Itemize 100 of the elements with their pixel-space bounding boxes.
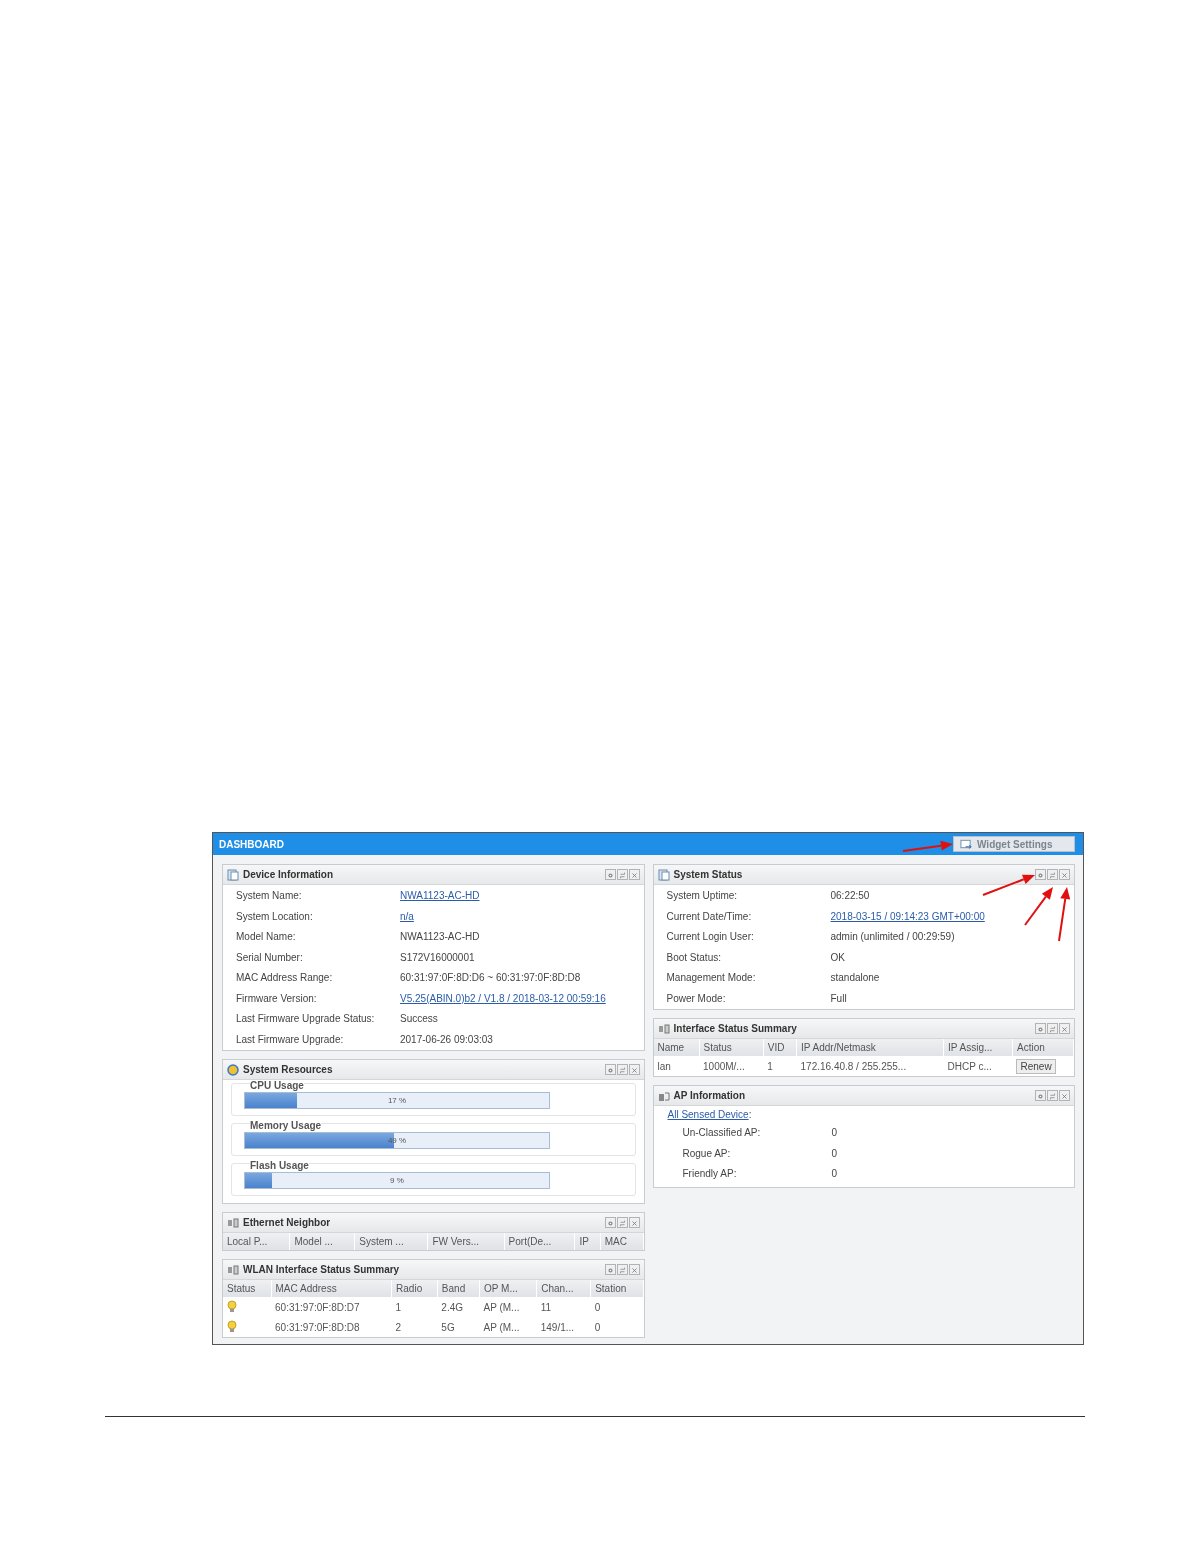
callout-arrow xyxy=(1058,887,1071,942)
column-header[interactable]: MAC xyxy=(600,1233,643,1250)
column-header[interactable]: Name xyxy=(653,1039,699,1056)
refresh-button[interactable] xyxy=(616,869,628,880)
table-cell: 1 xyxy=(391,1297,438,1317)
column-header[interactable]: Chan... xyxy=(536,1280,591,1297)
column-header[interactable]: Station xyxy=(590,1280,643,1297)
widget-icon xyxy=(227,1263,239,1276)
close-button[interactable] xyxy=(1059,1090,1070,1101)
gear-icon xyxy=(1036,870,1045,881)
field-value: standalone xyxy=(830,971,881,985)
settings-button[interactable] xyxy=(604,869,616,880)
column-header[interactable]: OP M... xyxy=(479,1280,537,1297)
value-link[interactable]: NWA1123-AC-HD xyxy=(400,889,644,903)
gear-icon xyxy=(605,1218,615,1229)
table-cell-text: 60:31:97:0F:8D:D8 xyxy=(274,1320,361,1335)
refresh-button[interactable] xyxy=(1047,1090,1058,1101)
column-header[interactable]: MAC Address xyxy=(271,1280,392,1297)
field-label: System Name: xyxy=(236,889,303,903)
column-header[interactable]: Local P... xyxy=(223,1233,290,1250)
refresh-icon xyxy=(617,870,627,881)
usage-reading: 17 % xyxy=(386,1095,408,1107)
field-label: Current Date/Time: xyxy=(666,909,753,923)
column-header[interactable]: Status xyxy=(223,1280,272,1297)
refresh-icon xyxy=(1048,1024,1057,1035)
table-cell-text: 0 xyxy=(593,1320,602,1335)
close-button[interactable] xyxy=(628,1217,640,1228)
field-label: MAC Address Range: xyxy=(236,971,334,985)
gear-icon xyxy=(1036,1024,1045,1035)
value-link[interactable]: 2018-03-15 / 09:14:23 GMT+00:00 xyxy=(830,909,1074,923)
callout-arrow xyxy=(902,840,953,852)
column-header[interactable]: FW Vers... xyxy=(427,1233,505,1250)
widget-icon xyxy=(657,868,670,881)
column-header[interactable]: System ... xyxy=(354,1233,428,1250)
column-header[interactable]: Port(De... xyxy=(504,1233,575,1250)
sensed-device-link[interactable]: All Sensed Device xyxy=(667,1109,749,1120)
column-header[interactable]: Model ... xyxy=(289,1233,355,1250)
settings-button[interactable] xyxy=(1035,869,1046,880)
field-value: 0 xyxy=(831,1126,839,1140)
table-cell: 60:31:97:0F:8D:D7 xyxy=(271,1297,392,1317)
refresh-button[interactable] xyxy=(1047,869,1058,880)
settings-button[interactable] xyxy=(1035,1090,1046,1101)
close-icon xyxy=(629,870,639,881)
column-header[interactable]: IP xyxy=(574,1233,601,1250)
column-header[interactable]: IP Assig... xyxy=(943,1039,1013,1056)
refresh-button[interactable] xyxy=(616,1264,628,1275)
refresh-button[interactable] xyxy=(616,1064,628,1075)
value-link[interactable]: n/a xyxy=(400,909,644,923)
column-header[interactable]: Status xyxy=(699,1039,764,1056)
field-label: Un-Classified AP: xyxy=(682,1126,762,1140)
field-label: Power Mode: xyxy=(666,991,727,1005)
close-button[interactable] xyxy=(628,1064,640,1075)
usage-label: CPU Usage xyxy=(250,1080,304,1091)
field-value: Success xyxy=(400,1012,439,1026)
settings-button[interactable] xyxy=(604,1064,616,1075)
field-label: System Location: xyxy=(236,909,314,923)
table-cell: AP (M... xyxy=(479,1297,537,1317)
column-header[interactable]: VID xyxy=(763,1039,797,1056)
field-value: Full xyxy=(830,991,848,1005)
field-label: Firmware Version: xyxy=(236,991,318,1005)
widget-title: System Status xyxy=(673,869,744,880)
field-label: Boot Status: xyxy=(666,950,722,964)
widget-icon xyxy=(657,1022,670,1035)
column-header[interactable]: IP Addr/Netmask xyxy=(796,1039,944,1056)
refresh-button[interactable] xyxy=(1047,1023,1058,1034)
refresh-icon xyxy=(617,1065,627,1076)
column-header[interactable]: Action xyxy=(1012,1039,1074,1056)
table-cell: 2.4G xyxy=(437,1297,480,1317)
field-value: 0 xyxy=(831,1167,839,1181)
field-label: Current Login User: xyxy=(666,930,755,944)
close-button[interactable] xyxy=(628,1264,640,1275)
table-cell-text: 2 xyxy=(394,1320,403,1335)
label-colon: : xyxy=(748,1109,752,1120)
table-cell-text: AP (M... xyxy=(482,1320,521,1335)
renew-button[interactable]: Renew xyxy=(1016,1058,1056,1074)
refresh-button[interactable] xyxy=(616,1217,628,1228)
close-button[interactable] xyxy=(628,869,640,880)
widget-icon xyxy=(227,868,239,881)
value-link[interactable]: V5.25(ABIN.0)b2 / V1.8 / 2018-03-12 00:59:16 xyxy=(400,991,644,1005)
refresh-icon xyxy=(1048,870,1057,881)
close-icon xyxy=(1060,1024,1069,1035)
column-header[interactable]: Radio xyxy=(391,1280,438,1297)
settings-button[interactable] xyxy=(604,1217,616,1228)
field-label: Rogue AP: xyxy=(682,1146,732,1160)
close-button[interactable] xyxy=(1059,1023,1070,1034)
table-cell: lan xyxy=(653,1056,699,1076)
close-icon xyxy=(629,1218,639,1229)
table-cell-text: 149/1... xyxy=(539,1320,576,1335)
widget-title: AP Information xyxy=(673,1090,746,1101)
table-cell: 0 xyxy=(590,1297,643,1317)
column-header[interactable]: Band xyxy=(437,1280,480,1297)
table-cell: 1 xyxy=(763,1056,797,1076)
usage-reading: 9 % xyxy=(389,1175,405,1187)
widget-settings-icon xyxy=(960,838,972,850)
close-button[interactable] xyxy=(1059,869,1070,880)
settings-button[interactable] xyxy=(1035,1023,1046,1034)
field-label: Last Firmware Upgrade Status: xyxy=(236,1012,376,1026)
usage-label: Flash Usage xyxy=(250,1160,309,1171)
settings-button[interactable] xyxy=(604,1264,616,1275)
field-value: NWA1123-AC-HD xyxy=(400,930,481,944)
